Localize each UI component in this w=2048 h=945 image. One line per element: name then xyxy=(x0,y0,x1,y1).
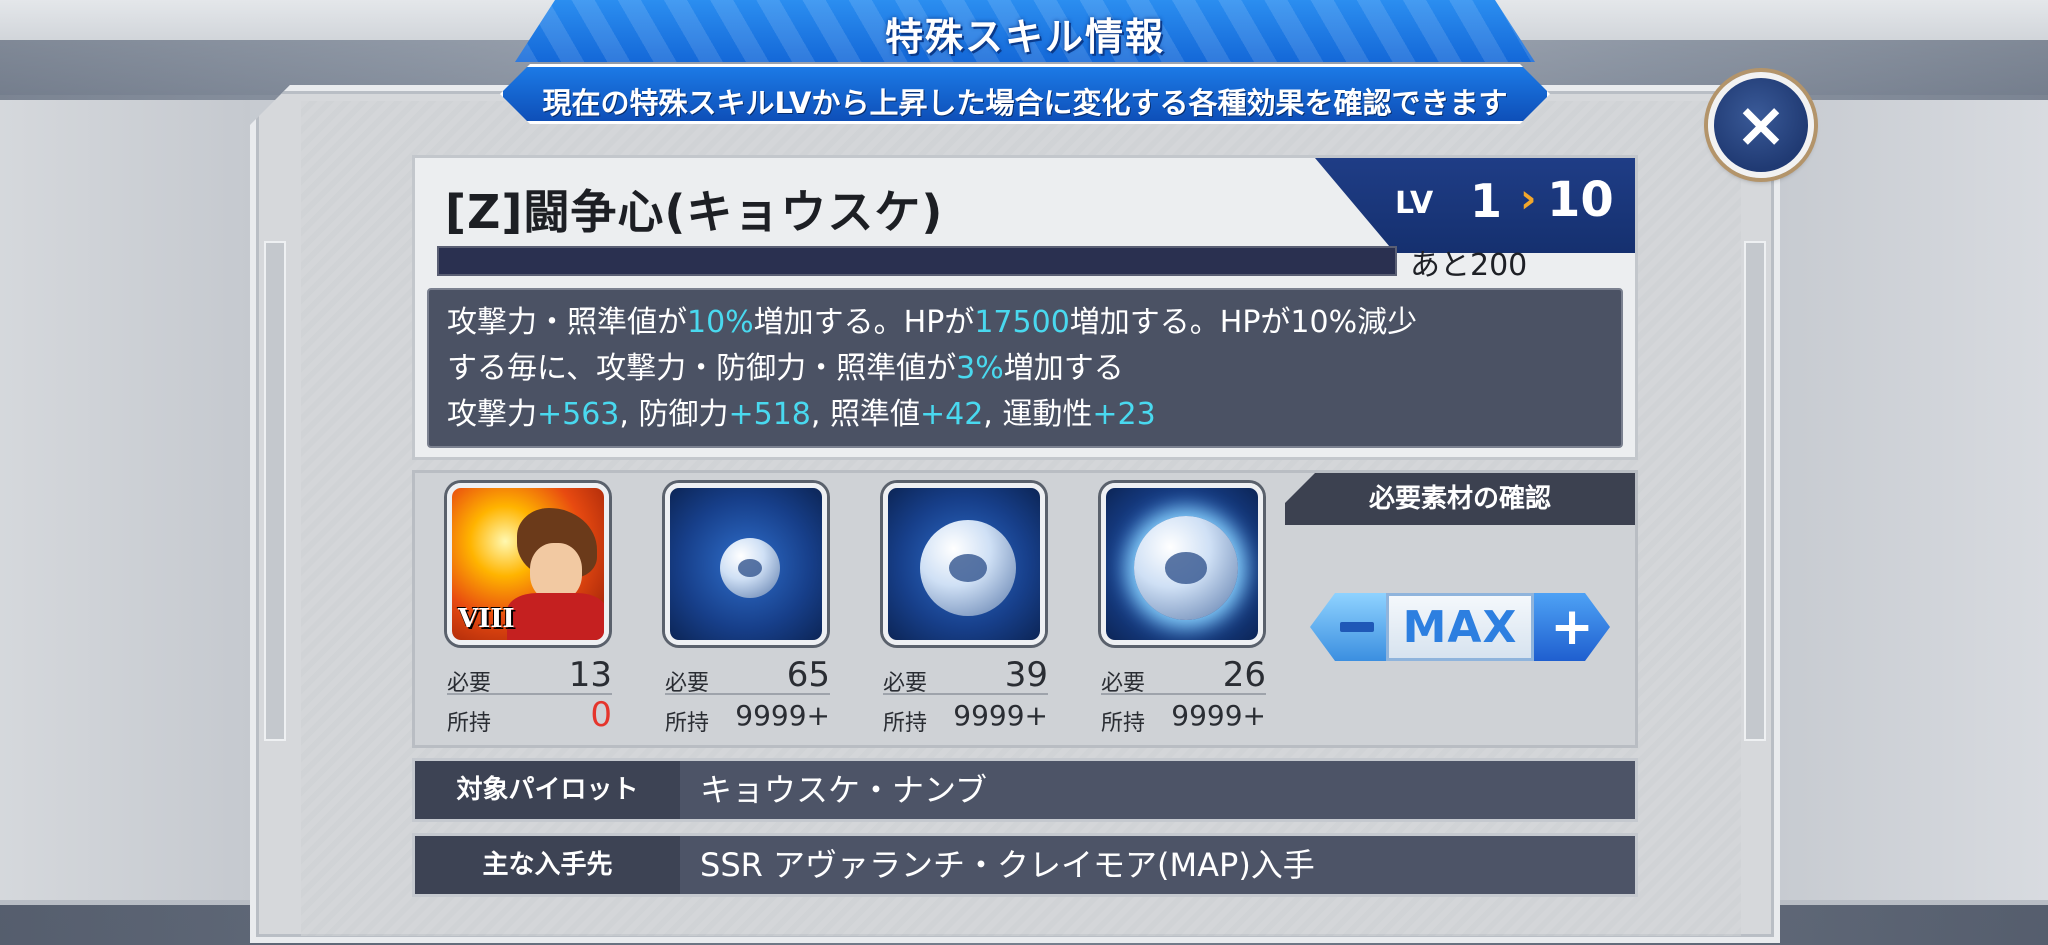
large-orb-icon[interactable] xyxy=(1101,483,1263,645)
background-right xyxy=(1748,100,2048,900)
decrement-button[interactable] xyxy=(1310,593,1386,661)
small-orb-icon[interactable] xyxy=(665,483,827,645)
rank-badge: VIII xyxy=(458,604,515,634)
target-pilot-row: 対象パイロット キョウスケ・ナンブ xyxy=(412,758,1638,822)
material-own-row: 所持 0 xyxy=(447,695,612,736)
background-left xyxy=(0,100,250,900)
max-button[interactable]: MAX xyxy=(1386,593,1534,661)
minus-icon xyxy=(1340,622,1374,632)
material-need-value: 26 xyxy=(1222,655,1266,695)
material-own-row: 所持 9999+ xyxy=(1101,699,1266,736)
level-current: 1 xyxy=(1470,174,1503,228)
material-need-row: 必要 26 xyxy=(1101,655,1266,696)
target-pilot-label: 対象パイロット xyxy=(415,761,680,819)
description-line-1: 攻撃力・照準値が10%増加する。HPが17500増加する。HPが10%減少 xyxy=(447,305,1418,340)
frame-rail-left xyxy=(264,241,286,741)
dialog-subtitle: 現在の特殊スキルLVから上昇した場合に変化する各種効果を確認できます xyxy=(542,86,1508,120)
skill-description: 攻撃力・照準値が10%増加する。HPが17500増加する。HPが10%減少 する… xyxy=(427,288,1623,448)
subtitle-banner: 現在の特殊スキルLVから上昇した場合に変化する各種効果を確認できます xyxy=(500,64,1550,124)
dialog-title: 特殊スキル情報 xyxy=(884,15,1165,59)
frame-rail-right xyxy=(1744,241,1766,741)
material-item-small-orb[interactable]: 必要 65 所持 9999+ xyxy=(665,483,840,736)
material-need-value: 65 xyxy=(786,655,830,695)
title-banner: 特殊スキル情報 xyxy=(515,0,1535,62)
source-value: SSR アヴァランチ・クレイモア(MAP)入手 xyxy=(700,846,1315,884)
materials-header: 必要素材の確認 xyxy=(1285,473,1635,525)
materials-panel: 必要素材の確認 VIII 必要 13 所持 0 必要 65 所持 9999+ 必… xyxy=(412,470,1638,748)
material-need-row: 必要 13 xyxy=(447,655,612,696)
material-own-value: 0 xyxy=(590,695,612,735)
level-box: LV 1 › 10 xyxy=(1315,158,1635,253)
target-pilot-value: キョウスケ・ナンブ xyxy=(700,771,988,809)
increment-button[interactable]: + xyxy=(1534,593,1610,661)
exp-progress-bar xyxy=(437,246,1397,276)
exp-remaining: あと200 xyxy=(1410,248,1528,283)
material-own-row: 所持 9999+ xyxy=(665,699,830,736)
close-button[interactable]: × xyxy=(1708,72,1814,178)
source-label: 主な入手先 xyxy=(415,836,680,894)
level-label: LV xyxy=(1395,186,1434,221)
material-item-large-orb[interactable]: 必要 26 所持 9999+ xyxy=(1101,483,1276,736)
description-line-3: 攻撃力+563, 防御力+518, 照準値+42, 運動性+23 xyxy=(447,397,1156,432)
pilot-kyosuke-icon[interactable]: VIII xyxy=(447,483,609,645)
material-need-row: 必要 65 xyxy=(665,655,830,696)
material-item-medium-orb[interactable]: 必要 39 所持 9999+ xyxy=(883,483,1058,736)
material-need-value: 39 xyxy=(1004,655,1048,695)
material-item-pilot[interactable]: VIII 必要 13 所持 0 xyxy=(447,483,622,736)
material-need-row: 必要 39 xyxy=(883,655,1048,696)
source-row: 主な入手先 SSR アヴァランチ・クレイモア(MAP)入手 xyxy=(412,833,1638,897)
level-target: 10 xyxy=(1547,172,1614,228)
description-line-2: する毎に、攻撃力・防御力・照準値が3%増加する xyxy=(447,351,1124,386)
material-own-value: 9999+ xyxy=(953,699,1048,732)
medium-orb-icon[interactable] xyxy=(883,483,1045,645)
material-own-value: 9999+ xyxy=(1171,699,1266,732)
material-own-value: 9999+ xyxy=(735,699,830,732)
plus-icon: + xyxy=(1550,597,1594,657)
skill-name: [Z]闘争心(キョウスケ) xyxy=(445,185,944,239)
skill-panel: [Z]闘争心(キョウスケ) LV 1 › 10 あと200 攻撃力・照準値が10… xyxy=(412,155,1638,460)
level-stepper: MAX + xyxy=(1310,593,1610,661)
material-need-value: 13 xyxy=(568,655,612,695)
chevron-right-icon: › xyxy=(1520,176,1537,222)
material-own-row: 所持 9999+ xyxy=(883,699,1048,736)
close-icon: × xyxy=(1735,88,1787,161)
